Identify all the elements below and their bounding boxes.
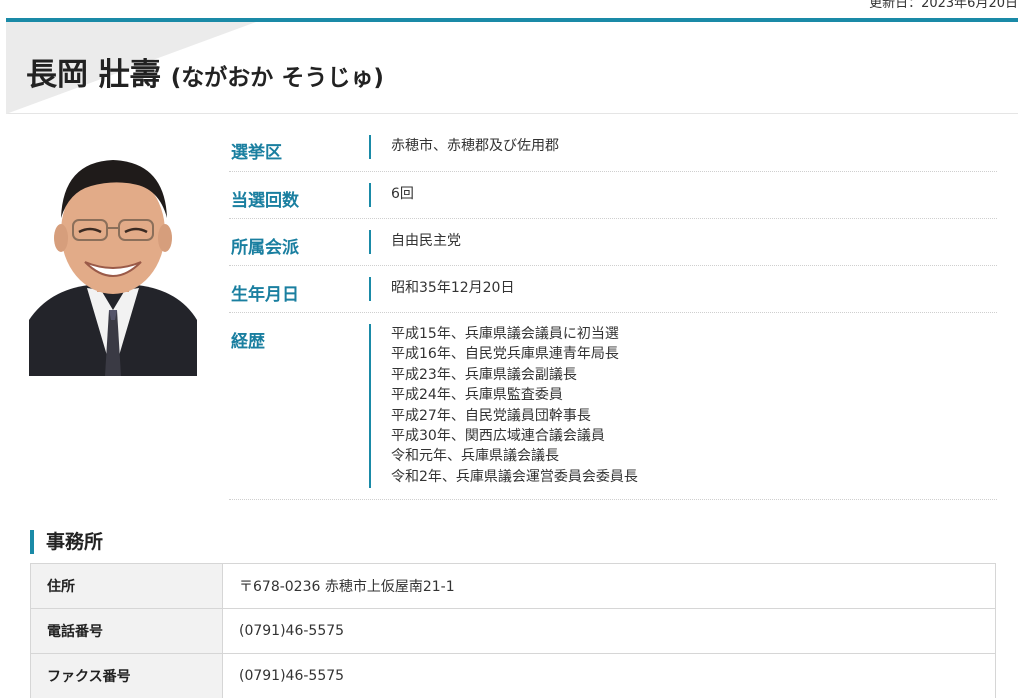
office-label-address: 住所	[30, 563, 223, 609]
office-phone: (0791)46-5575	[222, 608, 996, 654]
member-name-kana: (ながおか そうじゅ)	[170, 65, 384, 91]
profile-value: 赤穂市、赤穂郡及び佐用郡	[369, 135, 997, 159]
portrait-photo-icon	[29, 140, 197, 376]
profile-row-party: 所属会派 自由民主党	[229, 219, 997, 266]
office-label-fax: ファクス番号	[30, 653, 223, 698]
updated-date: 更新日：2023年6月20日	[869, 0, 1018, 11]
office-table: 住所 〒678-0236 赤穂市上仮屋南21-1 電話番号 (0791)46-5…	[30, 563, 996, 698]
table-row: 住所 〒678-0236 赤穂市上仮屋南21-1	[30, 563, 996, 609]
career-item: 平成27年、自民党議員団幹事長	[391, 407, 591, 424]
office-fax: (0791)46-5575	[222, 653, 996, 698]
career-item: 令和元年、兵庫県議会議長	[391, 448, 559, 465]
office-address: 〒678-0236 赤穂市上仮屋南21-1	[222, 563, 996, 609]
profile-label: 所属会派	[231, 238, 299, 258]
table-row: 電話番号 (0791)46-5575	[30, 608, 996, 654]
profile-label: 生年月日	[231, 285, 299, 305]
profile-row-district: 選挙区 赤穂市、赤穂郡及び佐用郡	[229, 124, 997, 172]
career-item: 平成24年、兵庫県監査委員	[391, 387, 563, 404]
office-heading: 事務所	[30, 530, 103, 554]
title-block: 長岡 壯壽 (ながおか そうじゅ)	[6, 18, 1018, 114]
profile-label: 経歴	[231, 332, 265, 352]
table-row: ファクス番号 (0791)46-5575	[30, 653, 996, 698]
career-item: 平成16年、自民党兵庫県連青年局長	[391, 346, 619, 363]
profile-value: 6回	[369, 183, 997, 207]
profile-row-birthdate: 生年月日 昭和35年12月20日	[229, 266, 997, 313]
career-item: 平成30年、関西広域連合議会議員	[391, 428, 605, 445]
page-title: 長岡 壯壽 (ながおか そうじゅ)	[26, 56, 384, 97]
profile-row-terms: 当選回数 6回	[229, 172, 997, 219]
profile-label: 選挙区	[231, 143, 282, 163]
profile-value: 昭和35年12月20日	[369, 277, 997, 301]
profile-table: 選挙区 赤穂市、赤穂郡及び佐用郡 当選回数 6回 所属会派 自由民主党 生年月日…	[229, 124, 997, 500]
office-label-phone: 電話番号	[30, 608, 223, 654]
member-name: 長岡 壯壽	[26, 57, 161, 93]
profile-label: 当選回数	[231, 191, 299, 211]
career-item: 平成23年、兵庫県議会副議長	[391, 366, 577, 383]
career-list: 平成15年、兵庫県議会議員に初当選 平成16年、自民党兵庫県連青年局長 平成23…	[369, 324, 997, 488]
profile-value: 自由民主党	[369, 230, 997, 254]
profile-row-career: 経歴 平成15年、兵庫県議会議員に初当選 平成16年、自民党兵庫県連青年局長 平…	[229, 313, 997, 500]
career-item: 令和2年、兵庫県議会運営委員会委員長	[391, 468, 638, 485]
career-item: 平成15年、兵庫県議会議員に初当選	[391, 326, 619, 342]
portrait-photo	[29, 140, 197, 376]
